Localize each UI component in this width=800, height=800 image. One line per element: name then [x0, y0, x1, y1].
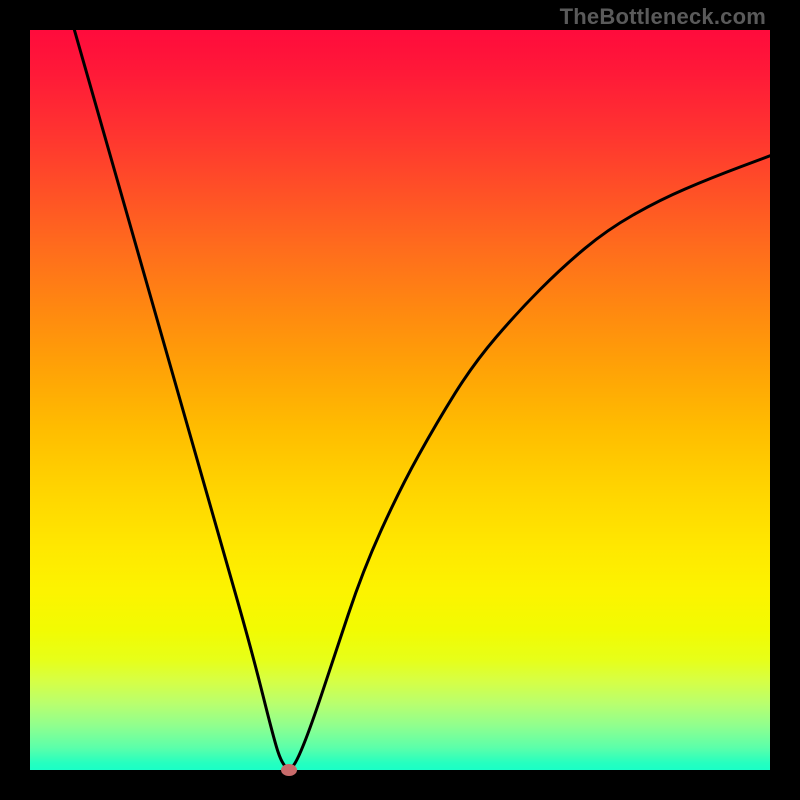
- minimum-marker: [281, 764, 297, 776]
- bottleneck-curve: [74, 30, 770, 768]
- watermark-text: TheBottleneck.com: [560, 4, 766, 30]
- plot-area: [30, 30, 770, 770]
- chart-frame: TheBottleneck.com: [0, 0, 800, 800]
- curve-svg: [30, 30, 770, 770]
